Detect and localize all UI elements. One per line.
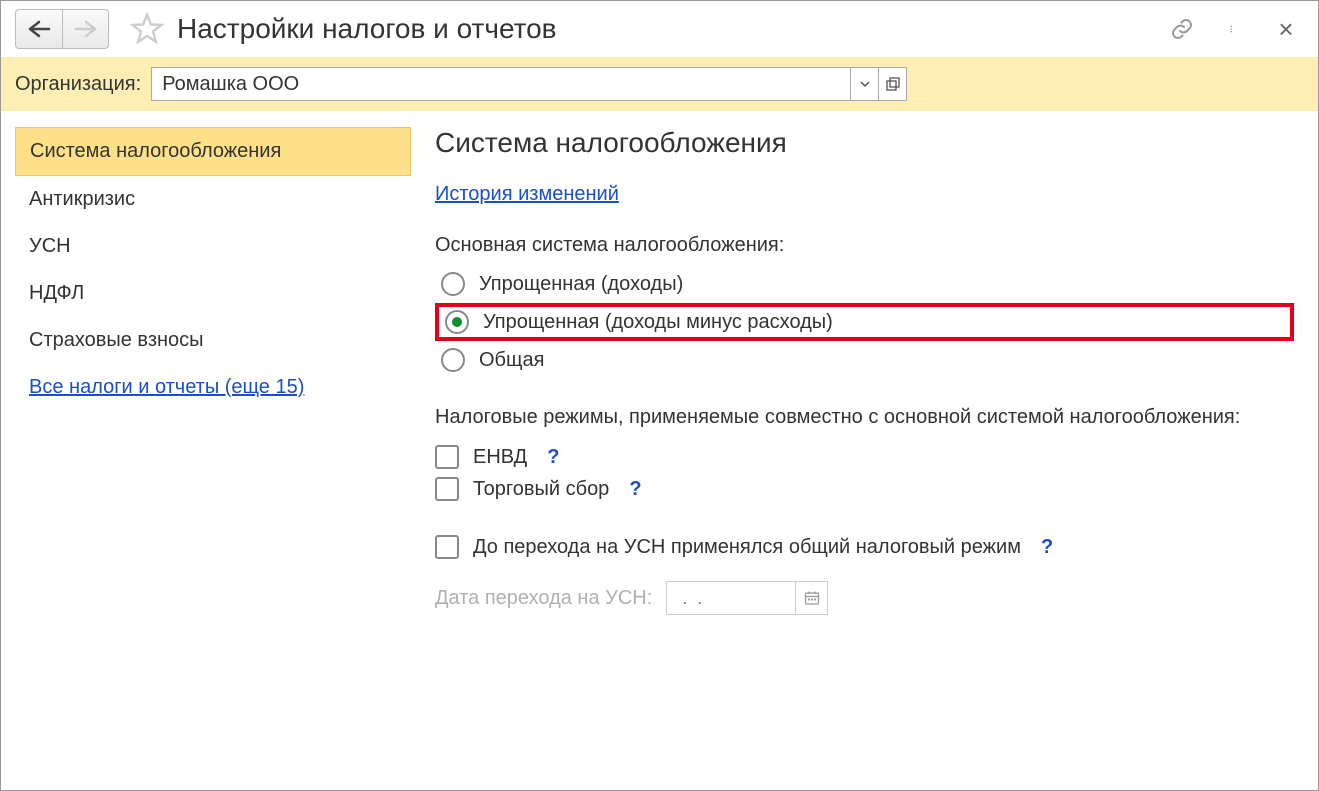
radio-icon — [441, 272, 465, 296]
nav-forward-button[interactable] — [62, 10, 108, 48]
sidebar-item-label: УСН — [29, 235, 71, 257]
sidebar-item-label: НДФЛ — [29, 282, 84, 304]
window-title: Настройки налогов и отчетов — [177, 13, 1162, 45]
organization-input[interactable] — [151, 67, 851, 101]
favorite-star-icon[interactable] — [129, 11, 165, 47]
sidebar-item-usn[interactable]: УСН — [15, 223, 411, 270]
radio-simplified-income-minus-expenses[interactable]: Упрощенная (доходы минус расходы) — [435, 303, 1294, 341]
checkbox-label: ЕНВД — [473, 446, 527, 469]
main-system-label: Основная система налогообложения: — [435, 234, 1294, 257]
radio-general[interactable]: Общая — [435, 343, 1294, 377]
checkbox-label: До перехода на УСН применялся общий нало… — [473, 536, 1021, 559]
trade-tax-checkbox[interactable] — [435, 477, 459, 501]
close-button[interactable]: × — [1274, 17, 1298, 41]
content-heading: Система налогообложения — [435, 127, 1294, 159]
sidebar-item-label: Страховые взносы — [29, 329, 204, 351]
envd-checkbox[interactable] — [435, 445, 459, 469]
organization-open-button[interactable] — [879, 67, 907, 101]
history-link[interactable]: История изменений — [435, 183, 619, 206]
link-icon[interactable] — [1170, 17, 1194, 41]
sidebar-item-ndfl[interactable]: НДФЛ — [15, 270, 411, 317]
sidebar-item-anticrisis[interactable]: Антикризис — [15, 176, 411, 223]
prior-general-regime-checkbox[interactable] — [435, 535, 459, 559]
more-menu-icon[interactable] — [1222, 17, 1246, 41]
radio-simplified-income[interactable]: Упрощенная (доходы) — [435, 267, 1294, 301]
sidebar-item-label: Система налогообложения — [30, 140, 281, 162]
radio-label: Общая — [479, 349, 544, 372]
help-icon[interactable]: ? — [547, 446, 559, 469]
radio-label: Упрощенная (доходы) — [479, 273, 683, 296]
calendar-button[interactable] — [796, 581, 828, 615]
radio-icon — [441, 348, 465, 372]
help-icon[interactable]: ? — [1041, 536, 1053, 559]
usn-date-input[interactable] — [666, 581, 796, 615]
nav-back-button[interactable] — [16, 10, 62, 48]
organization-dropdown-button[interactable] — [851, 67, 879, 101]
help-icon[interactable]: ? — [629, 478, 641, 501]
checkbox-label: Торговый сбор — [473, 478, 609, 501]
regimes-label: Налоговые режимы, применяемые совместно … — [435, 403, 1294, 431]
sidebar-item-tax-system[interactable]: Система налогообложения — [15, 127, 411, 176]
organization-label: Организация: — [15, 73, 141, 96]
sidebar-all-taxes-link[interactable]: Все налоги и отчеты (еще 15) — [15, 364, 318, 411]
radio-icon — [445, 310, 469, 334]
usn-date-label: Дата перехода на УСН: — [435, 587, 652, 610]
radio-label: Упрощенная (доходы минус расходы) — [483, 311, 833, 334]
sidebar-item-insurance[interactable]: Страховые взносы — [15, 317, 411, 364]
sidebar-item-label: Антикризис — [29, 188, 135, 210]
